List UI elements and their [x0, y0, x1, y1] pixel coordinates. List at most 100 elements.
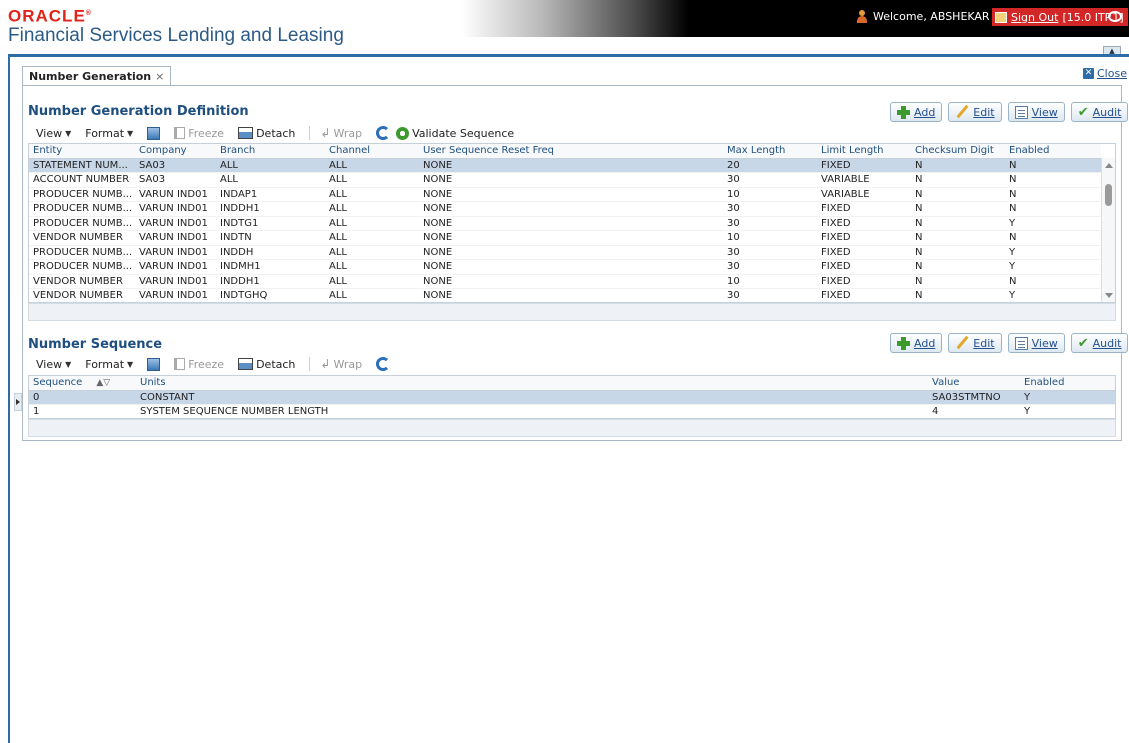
- column-header-label: Channel: [329, 145, 371, 157]
- view-button[interactable]: View: [1007, 102, 1065, 122]
- view-label: View: [1031, 336, 1058, 350]
- column-header[interactable]: Checksum Digit: [911, 144, 1005, 159]
- table-row[interactable]: PRODUCER NUMB... VARUN IND01 INDDH1 ALL NONE…: [29, 201, 1101, 217]
- scroll-up-icon[interactable]: [1105, 163, 1113, 168]
- table-cell: Y: [1020, 390, 1115, 405]
- freeze-button[interactable]: Freeze: [174, 127, 224, 140]
- edit-button[interactable]: Edit: [948, 102, 1002, 122]
- table-row[interactable]: STATEMENT NUM... SA03 ALL ALL NONE 20 FIXED N N: [29, 158, 1101, 173]
- edit-button[interactable]: Edit: [948, 333, 1002, 353]
- column-header[interactable]: Value: [928, 376, 1020, 391]
- refresh-icon: [376, 126, 391, 140]
- refresh-button[interactable]: [376, 357, 391, 371]
- table-cell: NONE: [419, 158, 723, 173]
- wrap-button[interactable]: ↲ Wrap: [320, 126, 362, 140]
- tab-number-generation[interactable]: Number Generation ×: [22, 66, 172, 85]
- table-row[interactable]: 0 CONSTANT SA03STMTNO Y: [29, 390, 1115, 405]
- user-menu[interactable]: Welcome, ABSHEKAR ▼: [856, 10, 1001, 23]
- table-cell: ALL: [216, 158, 325, 173]
- table-cell: N: [911, 201, 1005, 217]
- table-row[interactable]: PRODUCER NUMB... VARUN IND01 INDAP1 ALL NONE…: [29, 187, 1101, 202]
- view-menu[interactable]: View ▼: [36, 358, 71, 371]
- table-row[interactable]: PRODUCER NUMB... VARUN IND01 INDDH ALL NONE 3…: [29, 245, 1101, 260]
- column-header[interactable]: Enabled: [1020, 376, 1115, 391]
- header-divider: [8, 54, 1129, 57]
- table-cell: INDDH: [216, 245, 325, 260]
- power-icon[interactable]: [1108, 11, 1122, 22]
- definition-header-row: Entity Company Branch Channel User Sequence …: [29, 144, 1101, 159]
- column-header-label: Units: [140, 377, 166, 389]
- table-cell: ALL: [325, 201, 419, 217]
- table-cell: NONE: [419, 288, 723, 302]
- view-button[interactable]: View: [1007, 333, 1065, 353]
- close-button[interactable]: ✕ Close: [1083, 67, 1127, 80]
- table-cell: 1: [29, 404, 136, 418]
- refresh-button[interactable]: [376, 126, 391, 140]
- add-button[interactable]: Add: [890, 333, 943, 353]
- close-label: Close: [1097, 67, 1127, 80]
- table-cell: ALL: [325, 288, 419, 302]
- column-header[interactable]: Entity: [29, 144, 135, 159]
- sequence-actions: Add Edit View ✔ Audit: [890, 333, 1129, 353]
- format-menu[interactable]: Format ▼: [85, 127, 133, 140]
- sign-out-label: Sign Out: [1011, 10, 1059, 24]
- table-row[interactable]: VENDOR NUMBER VARUN IND01 INDTGHQ ALL NONE 30…: [29, 288, 1101, 302]
- table-cell: ALL: [325, 158, 419, 173]
- audit-button[interactable]: ✔ Audit: [1070, 102, 1129, 122]
- column-header[interactable]: Branch: [216, 144, 325, 159]
- audit-button[interactable]: ✔ Audit: [1070, 333, 1129, 353]
- sort-icon[interactable]: ▲▽: [96, 378, 110, 388]
- column-header[interactable]: Limit Length: [817, 144, 911, 159]
- tab-close-icon[interactable]: ×: [155, 70, 164, 83]
- export-button[interactable]: [147, 357, 161, 371]
- export-button[interactable]: [147, 126, 161, 140]
- column-header[interactable]: Company: [135, 144, 216, 159]
- scroll-thumb[interactable]: [1105, 184, 1112, 206]
- column-header[interactable]: Enabled: [1005, 144, 1101, 159]
- column-header-label: Company: [139, 145, 187, 157]
- table-cell: Y: [1020, 404, 1115, 418]
- validate-sequence-button[interactable]: Validate Sequence: [396, 126, 514, 140]
- column-header[interactable]: Channel: [325, 144, 419, 159]
- table-row[interactable]: PRODUCER NUMB... VARUN IND01 INDMH1 ALL NONE…: [29, 259, 1101, 275]
- table-cell: 0: [29, 390, 136, 405]
- view-menu-label: View: [36, 126, 63, 140]
- sequence-grid: Sequence ▲▽ Units Value Enabled 0 CONSTANT SA0…: [28, 375, 1116, 419]
- definition-body: STATEMENT NUM... SA03 ALL ALL NONE 20 FIXED N N A…: [29, 158, 1101, 302]
- wrap-label: Wrap: [333, 357, 363, 371]
- table-cell: NONE: [419, 187, 723, 202]
- detach-button[interactable]: Detach: [238, 127, 295, 140]
- table-cell: N: [911, 230, 1005, 246]
- scroll-down-icon[interactable]: [1105, 293, 1113, 298]
- checkmark-icon: ✔: [1077, 104, 1089, 120]
- column-header[interactable]: Sequence ▲▽: [29, 376, 136, 391]
- table-row[interactable]: ACCOUNT NUMBER SA03 ALL ALL NONE 30 VARIABLE N N: [29, 172, 1101, 188]
- table-cell: VARUN IND01: [135, 216, 216, 231]
- column-header-label: Enabled: [1009, 145, 1050, 157]
- table-row[interactable]: VENDOR NUMBER VARUN IND01 INDDH1 ALL NONE 10 F…: [29, 274, 1101, 289]
- document-icon: [1014, 336, 1028, 350]
- detach-button[interactable]: Detach: [238, 358, 295, 371]
- table-cell: 10: [723, 230, 817, 246]
- table-cell: FIXED: [817, 201, 911, 217]
- table-row[interactable]: VENDOR NUMBER VARUN IND01 INDTN ALL NONE 10 FI…: [29, 230, 1101, 246]
- table-row[interactable]: 1 SYSTEM SEQUENCE NUMBER LENGTH 4 Y: [29, 404, 1115, 418]
- table-row[interactable]: PRODUCER NUMB... VARUN IND01 INDTG1 ALL NONE…: [29, 216, 1101, 231]
- table-cell: N: [911, 158, 1005, 173]
- tab-label: Number Generation: [29, 69, 152, 83]
- column-header[interactable]: Units: [136, 376, 928, 391]
- wrap-button[interactable]: ↲ Wrap: [320, 357, 362, 371]
- close-icon: ✕: [1083, 68, 1094, 79]
- column-header-label: Limit Length: [821, 145, 884, 157]
- table-cell: ALL: [325, 172, 419, 188]
- format-menu[interactable]: Format ▼: [85, 358, 133, 371]
- view-menu[interactable]: View ▼: [36, 127, 71, 140]
- refresh-icon: [376, 357, 391, 371]
- add-button[interactable]: Add: [890, 102, 943, 122]
- table-cell: ALL: [325, 230, 419, 246]
- column-header[interactable]: User Sequence Reset Freq: [419, 144, 723, 159]
- column-header[interactable]: Max Length: [723, 144, 817, 159]
- definition-scrollbar[interactable]: [1101, 158, 1115, 302]
- definition-grid-footer: [28, 303, 1116, 321]
- freeze-button[interactable]: Freeze: [174, 358, 224, 371]
